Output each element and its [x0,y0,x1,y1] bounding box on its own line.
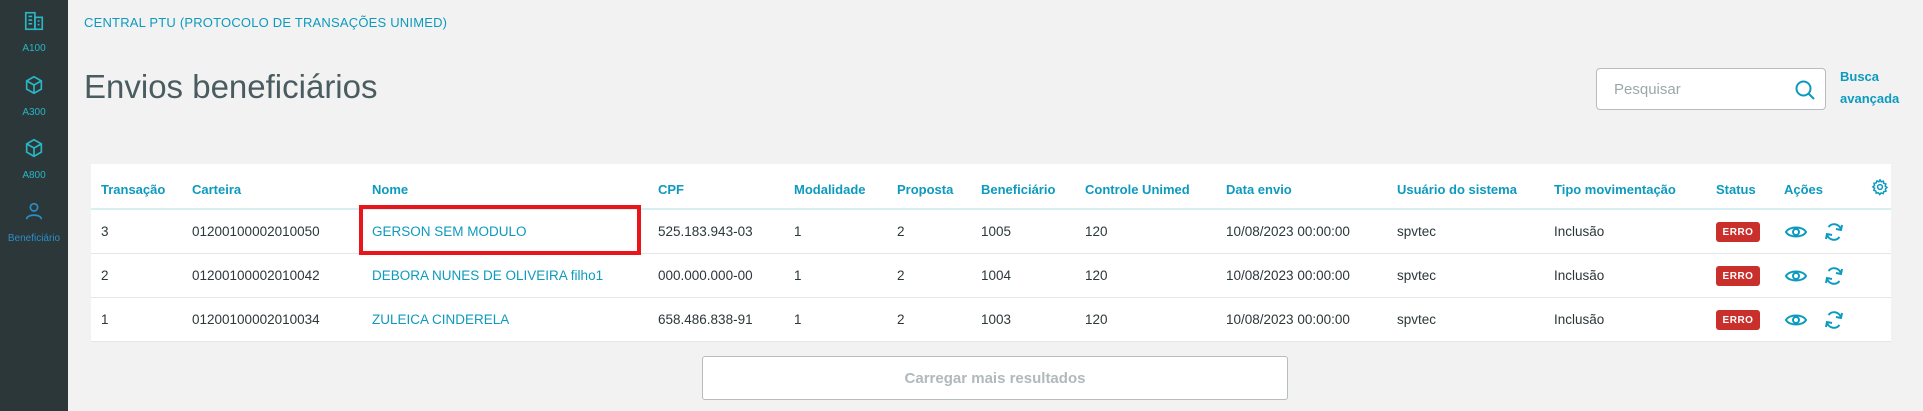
advanced-search-label: avançada [1840,91,1900,106]
sidebar-item-beneficiario[interactable]: Beneficiário [0,200,68,256]
cell-transacao: 1 [101,312,109,327]
cell-data-envio: 10/08/2023 00:00:00 [1226,224,1350,239]
table-row[interactable]: 1 01200100002010034 ZULEICA CINDERELA 65… [91,298,1891,342]
cell-usuario: spvtec [1397,312,1437,327]
cell-cpf: 000.000.000-00 [658,268,753,283]
cell-data-envio: 10/08/2023 00:00:00 [1226,268,1350,283]
sidebar-item-label: A800 [22,170,46,181]
status-badge: ERRO [1716,222,1760,242]
page-title: Envios beneficiários [84,68,378,105]
cube-icon [23,74,45,101]
breadcrumb[interactable]: CENTRAL PTU (PROTOCOLO DE TRANSAÇÕES UNI… [84,15,447,30]
cell-beneficiario: 1003 [981,312,1012,327]
refresh-icon[interactable] [1822,308,1846,332]
eye-icon[interactable] [1784,308,1808,332]
column-header-carteira[interactable]: Carteira [192,182,241,197]
cell-cpf: 525.183.943-03 [658,224,753,239]
status-badge: ERRO [1716,310,1760,330]
cell-cpf: 658.486.838-91 [658,312,753,327]
data-table: Transação Carteira Nome CPF Modalidade P… [91,164,1891,342]
cell-proposta: 2 [897,312,905,327]
sidebar-item-a100[interactable]: A100 [0,10,68,66]
cell-data-envio: 10/08/2023 00:00:00 [1226,312,1350,327]
cell-controle-unimed: 120 [1085,268,1108,283]
cell-tipo-movimentacao: Inclusão [1554,312,1605,327]
eye-icon[interactable] [1784,220,1808,244]
cell-controle-unimed: 120 [1085,224,1108,239]
table-row[interactable]: 3 01200100002010050 GERSON SEM MODULO 52… [91,210,1891,254]
sidebar-item-a300[interactable]: A300 [0,74,68,130]
column-header-beneficiario[interactable]: Beneficiário [981,182,1055,197]
search-icon[interactable] [1793,78,1817,102]
cell-carteira: 01200100002010034 [192,312,320,327]
status-badge: ERRO [1716,266,1760,286]
eye-icon[interactable] [1784,264,1808,288]
main-content: CENTRAL PTU (PROTOCOLO DE TRANSAÇÕES UNI… [68,0,1923,411]
sidebar: A100 A300 A800 Beneficiário [0,0,68,411]
cell-carteira: 01200100002010050 [192,224,320,239]
refresh-icon[interactable] [1822,264,1846,288]
column-header-cpf[interactable]: CPF [658,182,684,197]
cell-modalidade: 1 [794,312,802,327]
advanced-search-label: Busca [1840,69,1880,84]
cell-transacao: 3 [101,224,109,239]
cell-modalidade: 1 [794,224,802,239]
column-header-nome[interactable]: Nome [372,182,408,197]
cell-beneficiario: 1004 [981,268,1012,283]
cell-nome-link[interactable]: GERSON SEM MODULO [372,224,527,239]
column-header-modalidade[interactable]: Modalidade [794,182,866,197]
gear-icon[interactable] [1871,178,1889,196]
search-box [1596,68,1826,110]
cell-transacao: 2 [101,268,109,283]
user-icon [23,200,45,227]
sidebar-item-label: A300 [22,107,46,118]
column-header-proposta[interactable]: Proposta [897,182,953,197]
sidebar-item-label: Beneficiário [7,233,61,244]
column-header-acoes: Ações [1784,182,1824,197]
column-header-data-envio[interactable]: Data envio [1226,182,1292,197]
cell-usuario: spvtec [1397,224,1437,239]
column-header-controle-unimed[interactable]: Controle Unimed [1085,182,1190,197]
cell-modalidade: 1 [794,268,802,283]
cell-nome-link[interactable]: ZULEICA CINDERELA [372,312,509,327]
advanced-search-link[interactable]: Busca avançada [1840,66,1899,110]
search-input[interactable] [1598,70,1778,108]
sidebar-item-a800[interactable]: A800 [0,137,68,193]
column-header-tipo-movimentacao[interactable]: Tipo movimentação [1554,182,1676,197]
cell-tipo-movimentacao: Inclusão [1554,268,1605,283]
cell-beneficiario: 1005 [981,224,1012,239]
column-header-status[interactable]: Status [1716,182,1756,197]
column-header-usuario[interactable]: Usuário do sistema [1397,182,1517,197]
cell-proposta: 2 [897,224,905,239]
column-header-transacao[interactable]: Transação [101,182,165,197]
building-icon [23,10,45,37]
load-more-button[interactable]: Carregar mais resultados [702,356,1288,400]
cell-carteira: 01200100002010042 [192,268,320,283]
cell-controle-unimed: 120 [1085,312,1108,327]
cell-usuario: spvtec [1397,268,1437,283]
refresh-icon[interactable] [1822,220,1846,244]
cell-nome-link[interactable]: DEBORA NUNES DE OLIVEIRA filho1 [372,268,603,283]
cube-icon [23,137,45,164]
table-row[interactable]: 2 01200100002010042 DEBORA NUNES DE OLIV… [91,254,1891,298]
cell-proposta: 2 [897,268,905,283]
sidebar-item-label: A100 [22,43,46,54]
cell-tipo-movimentacao: Inclusão [1554,224,1605,239]
